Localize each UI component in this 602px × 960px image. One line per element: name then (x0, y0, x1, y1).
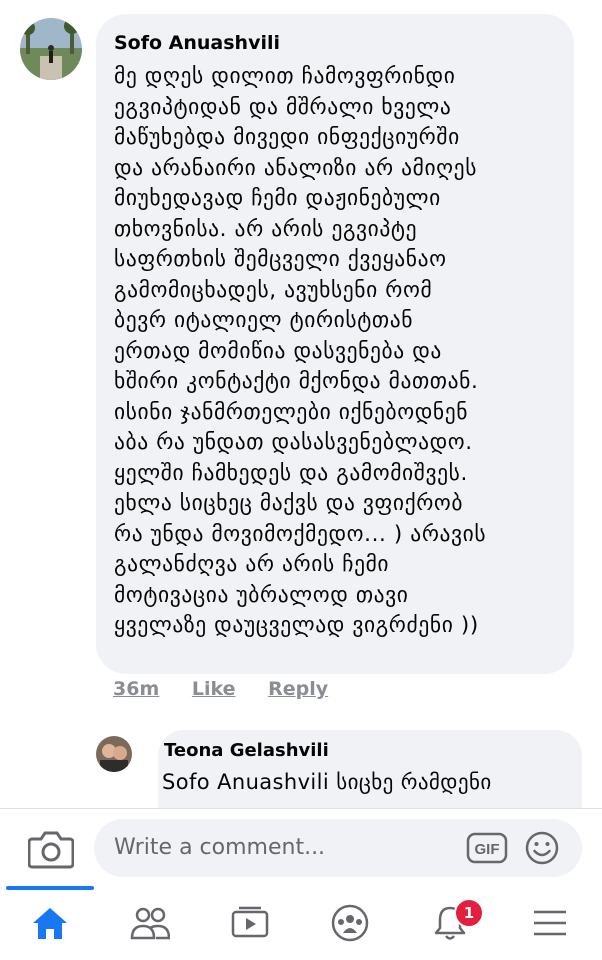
comment-line: მოტივაცია უბრალოდ თავი (114, 582, 409, 608)
reply-button[interactable]: Reply (268, 678, 328, 700)
comment-composer: Write a comment... GIF (0, 808, 602, 887)
gif-label: GIF (475, 841, 500, 858)
comment-line: აბა რა უნდათ დასასვენებლადო. (114, 430, 473, 455)
comment-line: თხოვნისა. არ არის ეგვიპტე (114, 216, 418, 242)
nav-friends[interactable] (100, 886, 200, 960)
comment-line: რა უნდა მოვიმოქმედო... ) არავის (114, 521, 487, 547)
reply-author-name[interactable]: Teona Gelashvili (164, 740, 329, 761)
like-button[interactable]: Like (192, 678, 236, 700)
video-icon (231, 906, 269, 938)
comment-line: და არანაირი ანალიზი არ ამიღეს (114, 155, 478, 181)
menu-icon (534, 910, 566, 936)
comment-input-placeholder: Write a comment... (114, 835, 326, 860)
comment-author-avatar[interactable] (20, 18, 82, 80)
emoji-icon[interactable] (524, 830, 560, 866)
nav-watch[interactable] (200, 886, 300, 960)
comment-feed: Sofo Anuashvili მე დღეს დილით ჩამოვფრინდ… (0, 0, 602, 808)
nav-notifications[interactable]: 1 (400, 886, 500, 960)
gif-icon[interactable]: GIF (466, 832, 508, 864)
comment-line: მაწუხებდა მივედი ინფექციურში (114, 125, 460, 150)
comment-timestamp[interactable]: 36m (113, 678, 159, 700)
comment-line: ისინი ჯანმრთელები იქნებოდნენ (114, 399, 469, 425)
comment-line: ყველაზე დაუცველად ვიგრძენი )) (114, 613, 479, 638)
reply-author-avatar[interactable] (96, 736, 132, 772)
comment-input[interactable]: Write a comment... GIF (94, 819, 582, 877)
comment-line: ეხლა სიცხეც მაქვს და ვფიქრობ (114, 491, 464, 516)
comment-line: საფრთხის შემცველი ქვეყანაო (114, 247, 447, 272)
reply-text: Sofo Anuashvili სიცხე რამდენი (162, 770, 492, 794)
nav-groups[interactable] (300, 886, 400, 960)
comment-line: მიუხედავად ჩემი დაჟინებული (114, 186, 441, 211)
nav-home[interactable] (0, 886, 100, 960)
bottom-nav: 1 (0, 886, 602, 960)
comment-line: ყელში ჩამხედეს და გამომიშვეს. (114, 460, 468, 486)
comment-line: ხშირი კონტაქტი მქონდა მათთან. (114, 369, 479, 394)
comment-author-name[interactable]: Sofo Anuashvili (114, 32, 280, 54)
comment-text: მე დღეს დილით ჩამოვფრინდი ეგვიპტიდან და … (114, 62, 564, 642)
reply-bubble: Teona Gelashvili Sofo Anuashvili სიცხე რ… (158, 730, 582, 808)
active-tab-indicator (6, 886, 94, 890)
comment-line: ეგვიპტიდან და მშრალი ხველა (114, 94, 452, 120)
groups-icon (331, 904, 369, 942)
comment-line: გალანძღვა არ არის ჩემი (114, 552, 390, 577)
home-icon (33, 908, 67, 939)
comment-line: გამომიცხადეს, ავუხსენი რომ (114, 277, 433, 303)
camera-icon[interactable] (27, 829, 75, 869)
nav-menu[interactable] (500, 886, 600, 960)
comment-line: ერთად მომიწია დასვენება და (114, 338, 442, 364)
comment-bubble: Sofo Anuashvili მე დღეს დილით ჩამოვფრინდ… (96, 14, 574, 674)
friends-icon (130, 907, 170, 940)
comment-line: ბევრ იტალიელ ტირისტთან (114, 308, 414, 333)
notification-badge: 1 (454, 898, 484, 928)
comment-line: მე დღეს დილით ჩამოვფრინდი (114, 64, 456, 89)
comment-actions: 36m Like Reply (113, 678, 354, 700)
